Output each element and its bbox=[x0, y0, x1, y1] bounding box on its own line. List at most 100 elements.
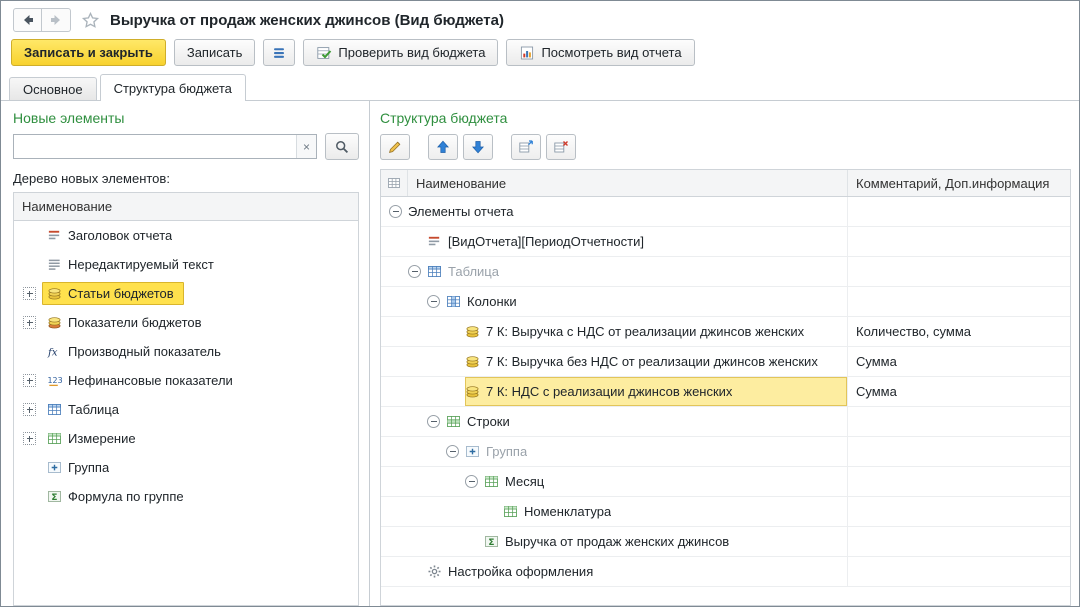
new-element-item[interactable]: Группа bbox=[14, 453, 358, 482]
item-content: Измерение bbox=[42, 427, 146, 450]
row-label: Месяц bbox=[505, 474, 544, 489]
expand-icon[interactable] bbox=[23, 403, 36, 416]
group-button[interactable] bbox=[511, 134, 541, 160]
clear-icon: × bbox=[303, 140, 310, 154]
row-content: ΣВыручка от продаж женских джинсов bbox=[484, 527, 847, 556]
report-header-icon bbox=[47, 228, 62, 243]
structure-row[interactable]: Месяц bbox=[381, 467, 1070, 497]
row-content: Настройка оформления bbox=[427, 557, 847, 586]
new-element-item[interactable]: Измерение bbox=[14, 424, 358, 453]
structure-row[interactable]: 7 К: Выручка с НДС от реализации джинсов… bbox=[381, 317, 1070, 347]
check-budget-view-button[interactable]: Проверить вид бюджета bbox=[303, 39, 498, 66]
window-title: Выручка от продаж женских джинсов (Вид б… bbox=[110, 12, 504, 29]
expand-icon[interactable] bbox=[23, 374, 36, 387]
tab-main[interactable]: Основное bbox=[9, 77, 97, 100]
check-table-icon bbox=[316, 45, 332, 61]
dimension-icon bbox=[503, 504, 518, 519]
report-variants-button[interactable] bbox=[263, 39, 295, 66]
row-comment bbox=[848, 557, 1070, 586]
row-content: [ВидОтчета][ПериодОтчетности] bbox=[427, 227, 847, 256]
coins-red-icon bbox=[47, 315, 62, 330]
back-button[interactable] bbox=[13, 8, 42, 32]
new-element-item[interactable]: 123Нефинансовые показатели bbox=[14, 366, 358, 395]
structure-row[interactable]: 7 К: НДС с реализации джинсов женскихСум… bbox=[381, 377, 1070, 407]
pencil-icon bbox=[387, 139, 403, 155]
new-element-item[interactable]: Показатели бюджетов bbox=[14, 308, 358, 337]
forward-button[interactable] bbox=[42, 8, 71, 32]
search-row: × bbox=[13, 133, 359, 160]
move-down-button[interactable] bbox=[463, 134, 493, 160]
search-input[interactable] bbox=[14, 135, 296, 158]
coins-icon bbox=[465, 354, 480, 369]
new-element-item[interactable]: Заголовок отчета bbox=[14, 221, 358, 250]
collapse-icon[interactable] bbox=[427, 295, 440, 308]
expand-icon[interactable] bbox=[23, 432, 36, 445]
item-content: Таблица bbox=[42, 398, 129, 421]
svg-text:fx: fx bbox=[47, 346, 58, 358]
name-column-header[interactable]: Наименование bbox=[14, 193, 358, 221]
structure-row[interactable]: Строки bbox=[381, 407, 1070, 437]
new-element-item[interactable]: fxПроизводный показатель bbox=[14, 337, 358, 366]
row-label: Элементы отчета bbox=[408, 204, 514, 219]
clear-search-button[interactable]: × bbox=[296, 135, 316, 158]
nonfinancial-icon: 123 bbox=[47, 373, 62, 388]
tab-bar: ОсновноеСтруктура бюджета bbox=[1, 74, 1079, 101]
row-content: Колонки bbox=[446, 287, 847, 316]
structure-table-header: Наименование Комментарий, Доп.информация bbox=[381, 170, 1070, 197]
item-label: Статьи бюджетов bbox=[68, 286, 174, 301]
ungroup-button[interactable] bbox=[546, 134, 576, 160]
structure-row[interactable]: Группа bbox=[381, 437, 1070, 467]
structure-row[interactable]: Элементы отчета bbox=[381, 197, 1070, 227]
structure-row[interactable]: 7 К: Выручка без НДС от реализации джинс… bbox=[381, 347, 1070, 377]
view-report-button[interactable]: Посмотреть вид отчета bbox=[506, 39, 694, 66]
collapse-icon[interactable] bbox=[465, 475, 478, 488]
structure-row[interactable]: Колонки bbox=[381, 287, 1070, 317]
search-button[interactable] bbox=[325, 133, 359, 160]
fx-icon: fx bbox=[47, 344, 62, 359]
tab-budget-structure[interactable]: Структура бюджета bbox=[100, 74, 246, 101]
favorite-star-icon[interactable] bbox=[81, 11, 100, 30]
row-comment bbox=[848, 227, 1070, 256]
structure-comment-header[interactable]: Комментарий, Доп.информация bbox=[848, 170, 1070, 196]
row-comment: Сумма bbox=[848, 347, 1070, 376]
tree-label: Дерево новых элементов: bbox=[13, 171, 359, 186]
structure-row[interactable]: Настройка оформления bbox=[381, 557, 1070, 587]
group-icon bbox=[47, 460, 62, 475]
item-content: 123Нефинансовые показатели bbox=[42, 369, 243, 392]
item-content: fxПроизводный показатель bbox=[42, 340, 231, 363]
item-label: Нередактируемый текст bbox=[68, 257, 214, 272]
nav-buttons bbox=[13, 8, 71, 32]
new-element-item[interactable]: Таблица bbox=[14, 395, 358, 424]
structure-row[interactable]: Таблица bbox=[381, 257, 1070, 287]
item-label: Формула по группе bbox=[68, 489, 184, 504]
tree-settings-icon[interactable] bbox=[381, 170, 408, 196]
new-element-item[interactable]: ΣФормула по группе bbox=[14, 482, 358, 511]
search-field: × bbox=[13, 134, 317, 159]
structure-title: Структура бюджета bbox=[380, 110, 1071, 126]
row-label: Колонки bbox=[467, 294, 517, 309]
structure-row[interactable]: [ВидОтчета][ПериодОтчетности] bbox=[381, 227, 1070, 257]
group-table-icon bbox=[518, 139, 534, 155]
table-icon bbox=[47, 402, 62, 417]
new-element-item[interactable]: Нередактируемый текст bbox=[14, 250, 358, 279]
collapse-icon[interactable] bbox=[446, 445, 459, 458]
expand-icon[interactable] bbox=[23, 316, 36, 329]
save-button[interactable]: Записать bbox=[174, 39, 256, 66]
move-up-button[interactable] bbox=[428, 134, 458, 160]
expand-icon[interactable] bbox=[23, 287, 36, 300]
structure-name-header[interactable]: Наименование bbox=[408, 170, 848, 196]
ungroup-table-icon bbox=[553, 139, 569, 155]
collapse-icon[interactable] bbox=[408, 265, 421, 278]
structure-row[interactable]: Номенклатура bbox=[381, 497, 1070, 527]
save-and-close-button[interactable]: Записать и закрыть bbox=[11, 39, 166, 66]
item-label: Измерение bbox=[68, 431, 136, 446]
row-content: 7 К: Выручка без НДС от реализации джинс… bbox=[465, 347, 847, 376]
edit-button[interactable] bbox=[380, 134, 410, 160]
new-element-item[interactable]: Статьи бюджетов bbox=[14, 279, 358, 308]
collapse-icon[interactable] bbox=[389, 205, 402, 218]
structure-row[interactable]: ΣВыручка от продаж женских джинсов bbox=[381, 527, 1070, 557]
row-label: 7 К: НДС с реализации джинсов женских bbox=[486, 384, 732, 399]
collapse-icon[interactable] bbox=[427, 415, 440, 428]
row-comment: Количество, сумма bbox=[848, 317, 1070, 346]
row-comment bbox=[848, 257, 1070, 286]
